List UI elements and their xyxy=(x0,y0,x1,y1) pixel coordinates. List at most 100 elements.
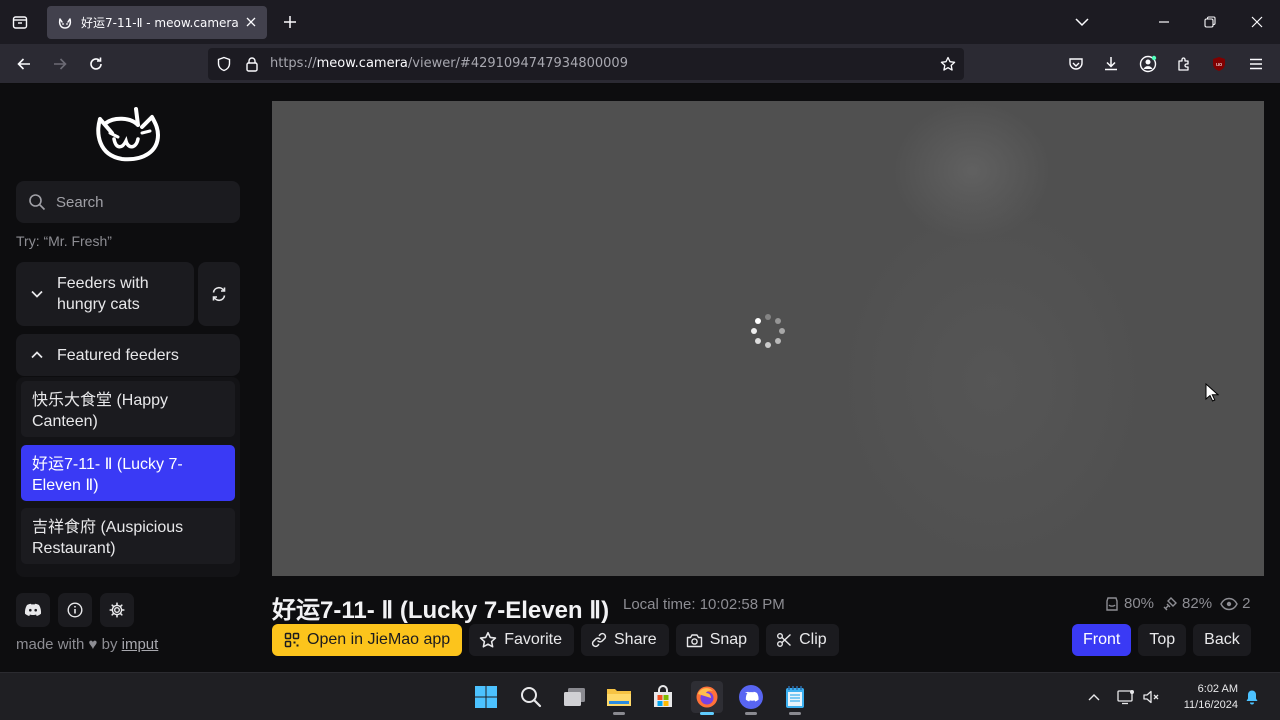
refresh-button[interactable] xyxy=(198,262,240,326)
windows-taskbar: 6:02 AM 11/16/2024 xyxy=(0,672,1280,720)
eye-icon xyxy=(1220,597,1238,610)
task-view-icon[interactable] xyxy=(559,681,591,713)
tracking-protection-shield-icon[interactable] xyxy=(214,54,234,74)
settings-gear-icon[interactable] xyxy=(100,593,134,627)
mouse-cursor-icon xyxy=(1205,383,1219,402)
minimize-icon[interactable] xyxy=(1153,11,1175,33)
feeder-item-lucky-7-eleven[interactable]: 好运7-11- Ⅱ (Lucky 7-Eleven Ⅱ) xyxy=(21,445,235,501)
camera-view-switcher: Front Top Back xyxy=(1072,624,1251,656)
feed-title: 好运7-11- Ⅱ (Lucky 7-Eleven Ⅱ) xyxy=(272,597,610,624)
discord-app-icon[interactable] xyxy=(735,681,767,715)
viewers-value: 2 xyxy=(1242,595,1251,612)
extensions-puzzle-icon[interactable] xyxy=(1172,52,1196,76)
clock-time: 6:02 AM xyxy=(1197,683,1238,695)
open-in-app-button[interactable]: Open in JieMao app xyxy=(272,624,463,656)
new-tab-icon[interactable] xyxy=(279,11,301,33)
video-player[interactable] xyxy=(272,101,1264,576)
close-window-icon[interactable] xyxy=(1246,11,1268,33)
section-featured-toggle[interactable]: Featured feeders xyxy=(16,334,240,376)
forward-icon[interactable] xyxy=(48,52,72,76)
info-icon[interactable] xyxy=(58,593,92,627)
volume-muted-icon[interactable] xyxy=(1141,687,1161,707)
feed-stats: 80% 82% 2 xyxy=(1104,595,1258,612)
active-indicator xyxy=(700,712,714,715)
search-input[interactable] xyxy=(56,193,226,211)
reload-icon[interactable] xyxy=(84,52,108,76)
featured-feeders-list[interactable]: 快乐大食堂 (Happy Canteen) 好运7-11- Ⅱ (Lucky 7… xyxy=(16,377,240,577)
back-icon[interactable] xyxy=(12,52,36,76)
restore-icon[interactable] xyxy=(1199,11,1221,33)
favorite-label: Favorite xyxy=(504,631,562,648)
view-front-button[interactable]: Front xyxy=(1072,624,1132,656)
feed-actions: Open in JieMao app Favorite Share Snap C… xyxy=(272,624,839,656)
tab-title: 好运7-11-Ⅱ - meow.camera xyxy=(81,16,239,30)
search-box[interactable] xyxy=(16,181,240,223)
browser-navbar: https://meow.camera/viewer/#429109474793… xyxy=(0,44,1280,84)
svg-text:uo: uo xyxy=(1216,62,1222,68)
clip-button[interactable]: Clip xyxy=(766,624,839,656)
share-button[interactable]: Share xyxy=(581,624,669,656)
discord-icon[interactable] xyxy=(16,593,50,627)
menu-hamburger-icon[interactable] xyxy=(1244,52,1268,76)
show-hidden-icons-chevron-icon[interactable] xyxy=(1084,687,1104,707)
taskbar-clock[interactable]: 6:02 AM 11/16/2024 xyxy=(1172,681,1238,713)
by-text: by xyxy=(101,636,118,653)
feeder-item-happy-canteen[interactable]: 快乐大食堂 (Happy Canteen) xyxy=(21,381,235,437)
refresh-icon xyxy=(212,286,226,302)
search-icon xyxy=(29,194,46,211)
clip-label: Clip xyxy=(799,631,827,648)
qr-code-icon xyxy=(284,632,300,648)
section-featured-label: Featured feeders xyxy=(57,346,179,364)
meow-camera-logo[interactable] xyxy=(92,103,164,165)
video-frame-shadow xyxy=(832,191,1152,571)
made-with-credit: made with ♥ by imput xyxy=(16,636,158,653)
chevron-up-icon xyxy=(30,348,44,362)
url-bar[interactable]: https://meow.camera/viewer/#429109474793… xyxy=(208,48,964,80)
feeder-item-auspicious-restaurant[interactable]: 吉祥食府 (Auspicious Restaurant) xyxy=(21,508,235,564)
browser-titlebar: 好运7-11-Ⅱ - meow.camera xyxy=(0,0,1280,44)
list-all-tabs-icon[interactable] xyxy=(1071,11,1093,33)
view-top-button[interactable]: Top xyxy=(1138,624,1187,656)
network-display-icon[interactable] xyxy=(1116,687,1136,707)
windows-start-icon[interactable] xyxy=(470,681,502,713)
lock-icon[interactable] xyxy=(242,54,262,74)
account-icon[interactable] xyxy=(1136,52,1160,76)
firefox-icon[interactable] xyxy=(691,681,723,715)
satellite-icon xyxy=(1163,596,1178,610)
running-indicator xyxy=(745,712,757,715)
pocket-icon[interactable] xyxy=(1064,52,1088,76)
tab-manager-icon[interactable] xyxy=(8,10,32,34)
bookmark-star-icon[interactable] xyxy=(938,54,958,74)
sidebar-footer-icons xyxy=(16,593,134,627)
url-path: /viewer/#4291094747934800009 xyxy=(407,56,628,71)
author-link[interactable]: imput xyxy=(122,636,159,653)
close-tab-icon[interactable] xyxy=(243,14,259,30)
chevron-down-icon xyxy=(30,287,44,301)
favorite-button[interactable]: Favorite xyxy=(469,624,574,656)
local-time: Local time: 10:02:58 PM xyxy=(623,596,785,613)
taskbar-search-icon[interactable] xyxy=(515,681,547,713)
downloads-icon[interactable] xyxy=(1099,52,1123,76)
scissors-icon xyxy=(777,633,792,647)
ublock-origin-icon[interactable]: uo xyxy=(1207,52,1231,76)
microsoft-store-icon[interactable] xyxy=(647,681,679,713)
snap-label: Snap xyxy=(709,631,748,648)
view-back-button[interactable]: Back xyxy=(1193,624,1251,656)
file-explorer-icon[interactable] xyxy=(603,681,635,715)
browser-tab-active[interactable]: 好运7-11-Ⅱ - meow.camera xyxy=(47,6,267,39)
heart-icon: ♥ xyxy=(88,636,98,653)
clock-date: 11/16/2024 xyxy=(1183,699,1238,711)
url-host: meow.camera xyxy=(316,56,408,71)
viewers-stat: 2 xyxy=(1220,595,1250,612)
section-hungry-cats-toggle[interactable]: Feeders with hungry cats xyxy=(16,262,194,326)
snap-button[interactable]: Snap xyxy=(675,624,760,656)
link-icon xyxy=(591,632,607,648)
battery-level-value: 82% xyxy=(1182,595,1213,612)
running-indicator xyxy=(789,712,801,715)
star-icon xyxy=(479,631,497,648)
sidebar: Try: “Mr. Fresh” Feeders with hungry cat… xyxy=(0,85,256,672)
made-with-text: made with xyxy=(16,636,85,653)
notepad-icon[interactable] xyxy=(779,681,811,715)
url-text[interactable]: https://meow.camera/viewer/#429109474793… xyxy=(270,56,628,71)
notifications-bell-icon[interactable] xyxy=(1242,687,1262,707)
